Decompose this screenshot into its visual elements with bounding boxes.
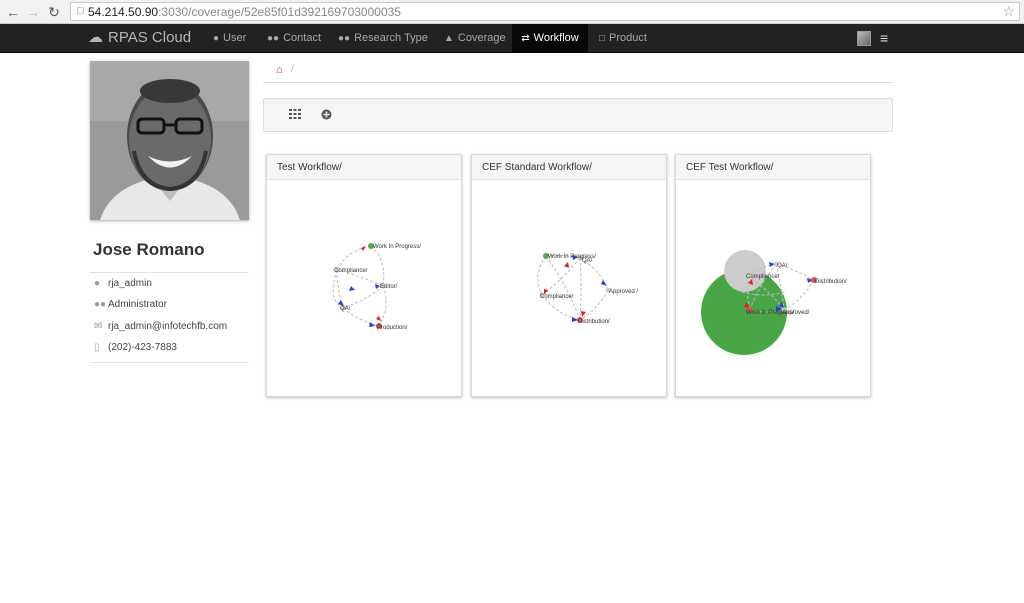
profile-role: ●● Administrator	[94, 297, 167, 313]
nav-item-user[interactable]: ● User	[213, 24, 246, 52]
workflow-card-cef-test[interactable]: CEF Test Workflow/ QA/ Compliance/ Distr…	[675, 154, 871, 397]
graph-node-label: Approved/	[782, 310, 810, 316]
users-icon: ●●	[94, 299, 107, 310]
arrow-right-icon[interactable]: →	[24, 3, 42, 21]
graph-node-label: Approved /	[609, 289, 638, 295]
star-icon[interactable]: ☆	[1002, 3, 1015, 20]
users-icon: ●●	[338, 33, 351, 44]
profile-email: ✉ rja_admin@infotechfb.com	[94, 319, 227, 335]
exchange-icon: ⇄	[521, 33, 530, 44]
profile-username: ● rja_admin	[94, 276, 152, 292]
file-icon: □	[599, 33, 606, 44]
cloud-icon: ☁	[88, 29, 103, 46]
user-icon: ●	[94, 278, 101, 289]
graph-node-label: QA/	[340, 306, 351, 312]
workflow-graph[interactable]: Work In Progress/ QA/ Approved / Complia…	[472, 180, 666, 396]
breadcrumb-separator: /	[291, 64, 294, 75]
graph-node-label: Compliance/	[746, 274, 780, 280]
workflow-toolbar	[263, 98, 893, 132]
graph-node-label: Work In Progress/	[373, 244, 421, 250]
workflow-card-title: CEF Standard Workflow/	[472, 155, 666, 180]
nav-item-coverage[interactable]: ▲ Coverage	[444, 24, 506, 52]
graph-node-label: Compliance/	[540, 294, 574, 300]
menu-icon[interactable]: ≡	[880, 28, 888, 48]
plus-circle-icon	[321, 109, 331, 120]
phone-icon: ▯	[94, 342, 100, 353]
divider	[90, 362, 249, 363]
brand-label: RPAS Cloud	[108, 29, 192, 46]
graph-node-label: Production/	[377, 325, 408, 331]
users-icon: ●●	[267, 33, 280, 44]
envelope-icon: ✉	[94, 321, 103, 332]
profile-phone: ▯ (202)-423-7883	[94, 340, 177, 356]
workflow-bubble-small	[724, 250, 766, 292]
workflow-card-title: Test Workflow/	[267, 155, 461, 180]
workflow-graph[interactable]: QA/ Compliance/ Distribution/ Work In Pr…	[676, 180, 870, 396]
graph-node-label: QA/	[777, 263, 788, 269]
nav-item-product[interactable]: □ Product	[599, 24, 647, 52]
arrow-left-icon[interactable]: ←	[4, 3, 22, 21]
graph-node-label: Compliance/	[334, 268, 368, 274]
address-bar[interactable]: □ 54.214.50.90:3030/coverage/52e85f01d39…	[70, 2, 1020, 21]
user-avatar[interactable]	[857, 31, 871, 46]
graph-node-label: Distribution/	[578, 319, 610, 325]
graph-node-label: QA/	[582, 258, 593, 264]
workflow-graph[interactable]: Work In Progress/ Compliance/ Editor/ QA…	[267, 180, 461, 396]
url-text: 54.214.50.90:3030/coverage/52e85f01d3921…	[88, 5, 401, 19]
profile-photo	[90, 61, 249, 220]
grid-view-icon[interactable]	[288, 109, 302, 123]
workflow-card-title: CEF Test Workflow/	[676, 155, 870, 180]
graph-node-label: Distribution/	[815, 279, 847, 285]
brand-link[interactable]: ☁ RPAS Cloud	[88, 28, 191, 48]
workflow-card-cef-standard[interactable]: CEF Standard Workflow/ Work In Progress/…	[471, 154, 667, 397]
browser-toolbar: ← → ↻ □ 54.214.50.90:3030/coverage/52e85…	[0, 0, 1024, 24]
nav-item-workflow[interactable]: ⇄ Workflow	[512, 24, 588, 52]
user-icon: ●	[213, 33, 220, 44]
reload-icon[interactable]: ↻	[45, 3, 63, 21]
profile-name: Jose Romano	[93, 240, 205, 259]
home-icon[interactable]: ⌂	[276, 64, 283, 76]
nav-item-research-type[interactable]: ●● Research Type	[338, 24, 428, 52]
breadcrumb: ⌂ /	[263, 62, 893, 83]
page-icon: □	[77, 5, 84, 17]
graph-node-label: Editor/	[380, 284, 398, 290]
nav-item-contact[interactable]: ●● Contact	[267, 24, 321, 52]
add-workflow-button[interactable]	[319, 109, 333, 123]
workflow-card-test[interactable]: Test Workflow/ Work In Progress/ Complia…	[266, 154, 462, 397]
divider	[90, 272, 249, 273]
sitemap-icon: ▲	[444, 33, 454, 44]
top-navbar: ☁ RPAS Cloud ● User ●● Contact ●● Research T…	[0, 24, 1024, 53]
